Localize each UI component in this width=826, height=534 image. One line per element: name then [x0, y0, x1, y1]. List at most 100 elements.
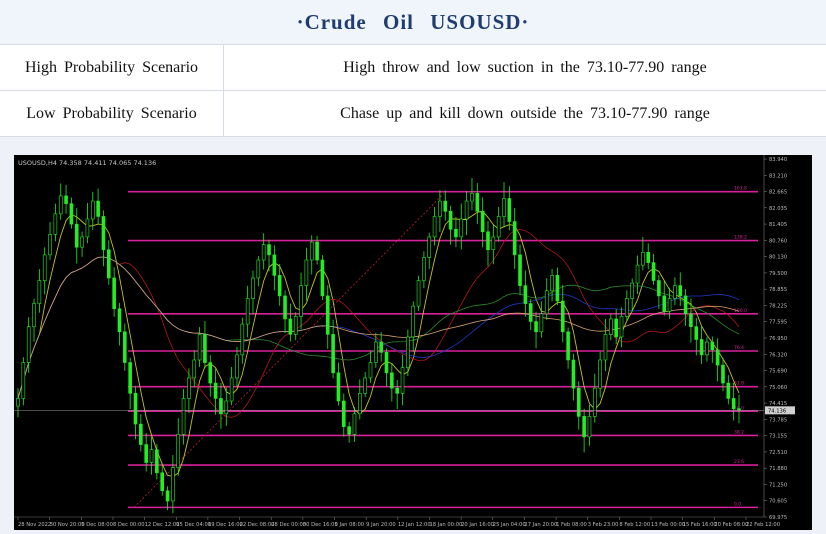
candle-body [363, 377, 367, 394]
candle-body [438, 200, 442, 217]
x-tick-label: 20 Feb 08:00 [714, 522, 748, 528]
candle-body [32, 303, 36, 327]
y-tick-label: 83.210 [769, 173, 787, 179]
y-tick-label: 76.950 [769, 336, 787, 342]
fib-level-label: 23.6 [734, 459, 744, 465]
candle-body [470, 193, 474, 202]
candle-body [518, 254, 522, 286]
candle-body [224, 400, 229, 415]
candle-body [358, 393, 362, 415]
candle-body [256, 259, 261, 279]
x-tick-label: 5 Jan 08:00 [335, 522, 365, 528]
candle-body [261, 244, 266, 261]
candle-body [502, 198, 506, 217]
candle-body [304, 259, 309, 286]
candle-body [176, 434, 181, 468]
candle-body [352, 413, 357, 435]
x-tick-label: 25 Jan 04:00 [493, 522, 526, 528]
x-tick-label: 18 Jan 00:00 [429, 522, 462, 528]
candle-body [379, 341, 383, 353]
candle-body [512, 221, 517, 256]
candle-body [555, 275, 560, 302]
candle-body [646, 252, 651, 263]
candle-body [582, 416, 586, 438]
x-tick-label: 15 Dec 04:00 [176, 522, 211, 528]
candle-body [630, 282, 634, 299]
y-tick-label: 79.500 [769, 271, 787, 277]
candlestick [21, 357, 26, 406]
candle-body [683, 295, 688, 315]
candle-body [315, 241, 319, 261]
fib-level-label: 100.0 [734, 308, 747, 314]
candle-body [240, 323, 245, 356]
candle-body [400, 367, 405, 394]
candle-body [571, 359, 576, 389]
candle-body [267, 244, 271, 256]
x-tick-label: 22 Dec 08:00 [240, 522, 275, 528]
y-tick-label: 80.130 [769, 255, 787, 261]
candle-body [64, 195, 68, 204]
candle-body [374, 341, 378, 363]
y-tick-label: 78.225 [769, 303, 787, 309]
candle-body [26, 326, 31, 363]
candle-body [213, 382, 218, 399]
candle-body [416, 280, 421, 307]
candle-body [165, 490, 170, 502]
candle-body [592, 387, 597, 417]
x-tick-label: 1 Feb 08:00 [556, 522, 587, 528]
candle-body [197, 334, 202, 361]
candle-body [459, 218, 464, 238]
candlestick [416, 275, 421, 311]
candle-body [192, 359, 197, 379]
y-tick-label: 82.665 [769, 190, 787, 196]
candle-body [635, 264, 640, 284]
candle-body [117, 308, 122, 333]
candle-body [80, 236, 84, 248]
candle-body [229, 377, 234, 402]
candle-body [678, 285, 683, 297]
candle-body [496, 216, 501, 238]
y-tick-label: 81.405 [769, 222, 787, 228]
y-tick-label: 71.250 [769, 482, 787, 488]
candle-body [69, 203, 74, 225]
candle-body [341, 400, 346, 427]
candle-body [641, 252, 645, 266]
candle-body [406, 336, 410, 368]
candle-body [203, 334, 207, 363]
candle-body [128, 362, 132, 394]
candle-body [576, 387, 581, 417]
candle-body [422, 257, 426, 281]
candle-body [90, 200, 95, 220]
scenario-label: High Probability Scenario [0, 45, 224, 90]
candlestick [320, 255, 325, 301]
candle-body [507, 198, 512, 222]
candle-body [74, 223, 79, 248]
scenario-row-high: High Probability Scenario High throw and… [0, 45, 826, 91]
candle-body [566, 331, 570, 361]
y-tick-label: 82.035 [769, 206, 787, 212]
y-tick-label: 83.940 [769, 157, 787, 163]
y-tick-label: 75.060 [769, 385, 787, 391]
candle-body [37, 280, 42, 304]
candle-body [133, 393, 138, 425]
candle-body [390, 372, 394, 389]
x-tick-label: 5 Dec 08:00 [81, 522, 113, 528]
x-tick-label: 20 Jan 16:00 [461, 522, 494, 528]
candle-body [112, 277, 116, 310]
candle-body [53, 213, 58, 235]
candle-body [523, 285, 528, 304]
candle-body [58, 195, 63, 215]
x-tick-label: 12 Dec 12:00 [145, 522, 180, 528]
candle-body [710, 341, 715, 351]
candle-body [609, 318, 613, 335]
x-tick-label: 13 Feb 00:00 [651, 522, 685, 528]
price-chart[interactable]: 161.8138.2100.076.461.850.038.223.60.0 8… [14, 155, 812, 530]
candle-body [560, 300, 565, 333]
fib-level-label: 38.2 [734, 429, 744, 435]
candle-body [283, 295, 287, 320]
x-tick-label: 19 Dec 16:00 [208, 522, 243, 528]
candle-body [625, 298, 629, 317]
candle-body [160, 472, 164, 492]
candle-body [139, 423, 143, 445]
candle-body [662, 295, 667, 312]
